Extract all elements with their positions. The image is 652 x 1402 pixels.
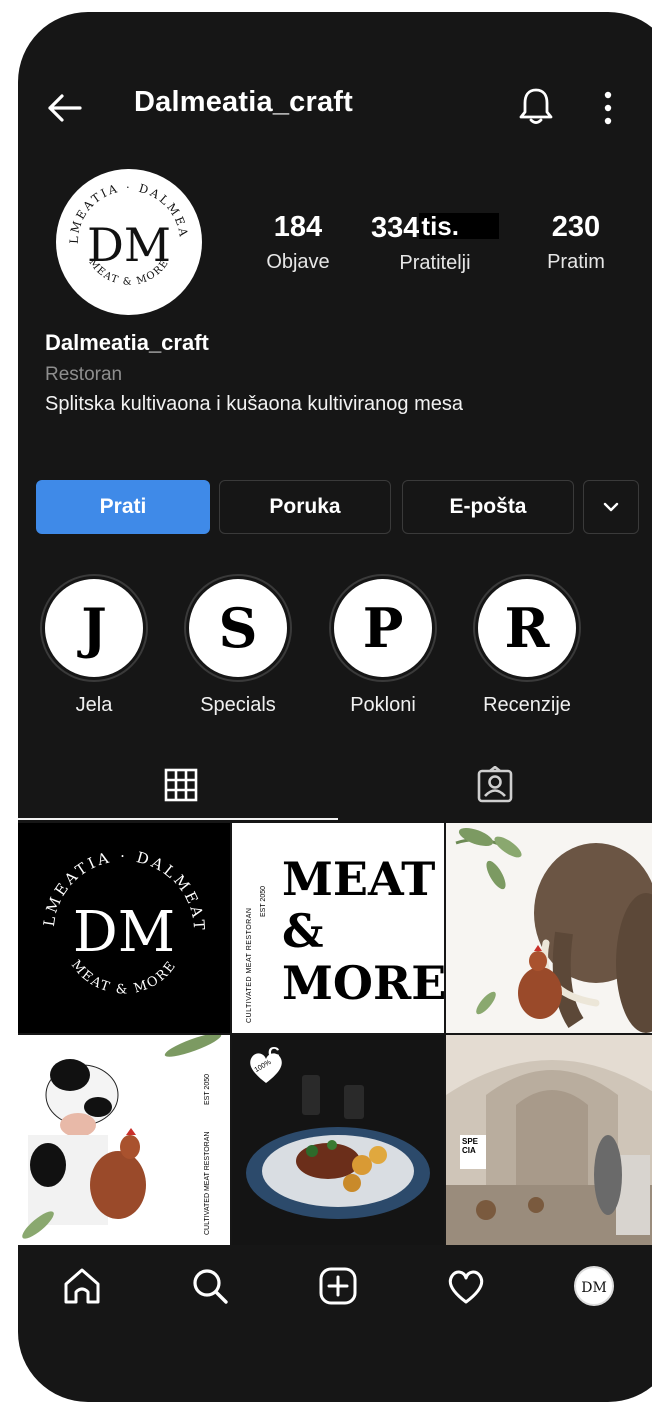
follow-button[interactable]: Prati xyxy=(36,480,210,534)
post-est-wrap: EST 2050 xyxy=(204,1055,218,1115)
dalmeatia-logo: DALMEATIA · DALMEATIA MEAT & MORE DM xyxy=(50,158,189,288)
highlight-cover: R xyxy=(478,579,576,677)
post-headline-2: & xyxy=(282,904,324,958)
stat-following[interactable]: 230 Pratim xyxy=(526,213,626,274)
highlight-recenzije[interactable]: R Recenzije xyxy=(472,574,582,717)
stat-followers-value-row: 334tis. xyxy=(365,213,505,243)
highlight-ring: S xyxy=(184,574,292,682)
post-est-text: EST 2050 xyxy=(260,885,267,917)
email-button[interactable]: E-pošta xyxy=(402,480,574,534)
active-tab-indicator xyxy=(18,818,338,820)
stat-following-label: Pratim xyxy=(547,251,605,273)
post-tile-meat-and-more[interactable]: CULTIVATED MEAT RESTORAN EST 2050 MEAT &… xyxy=(232,823,444,1033)
back-arrow-icon[interactable] xyxy=(44,88,84,128)
dalmeatia-logo-mini: DM xyxy=(581,1280,607,1296)
highlight-cover: P xyxy=(334,579,432,677)
tagged-icon xyxy=(477,766,513,803)
tab-tagged[interactable] xyxy=(338,754,652,822)
stat-following-value: 230 xyxy=(551,211,601,243)
stat-followers[interactable]: 334tis. Pratitelji xyxy=(365,213,505,275)
stat-followers-label: Pratitelji xyxy=(399,252,471,274)
highlight-ring: P xyxy=(329,574,437,682)
highlight-label: Jela xyxy=(75,694,113,716)
post-est-text: EST 2050 xyxy=(204,1073,211,1105)
stat-posts-value: 184 xyxy=(273,211,323,243)
highlight-ring: J xyxy=(40,574,148,682)
grid-icon xyxy=(164,768,198,802)
page-title: Dalmeatia_craft xyxy=(134,86,353,118)
search-icon[interactable] xyxy=(188,1264,232,1308)
bell-icon[interactable] xyxy=(518,86,554,126)
highlight-label: Specials xyxy=(200,694,276,716)
post-badge: C 100% xyxy=(246,1045,286,1087)
highlight-jela[interactable]: J Jela xyxy=(39,574,149,717)
post-tile-dish[interactable]: C 100% xyxy=(232,1035,444,1245)
post-tile-mammoth[interactable] xyxy=(446,823,652,1033)
post-tile-cow-chicken[interactable]: EST 2050 CULTIVATED MEAT RESTORAN xyxy=(18,1035,230,1245)
post-side-text-wrap: CULTIVATED MEAT RESTORAN xyxy=(204,1132,218,1235)
message-button[interactable]: Poruka xyxy=(219,480,391,534)
post-sign-text: SPE CIA xyxy=(462,1137,479,1155)
more-vertical-icon[interactable] xyxy=(598,90,618,126)
dalmeatia-logo: DALMEATIA · DALMEATIA MEAT & MORE DM xyxy=(18,823,205,998)
post-headline-3: MORE xyxy=(282,956,444,1010)
post-est-wrap: EST 2050 xyxy=(260,863,274,923)
stat-followers-suffix: tis. xyxy=(419,213,499,239)
highlight-ring: R xyxy=(473,574,581,682)
stat-followers-value: 334 xyxy=(371,212,420,244)
svg-text:DM: DM xyxy=(73,900,175,965)
suggested-expand-button[interactable] xyxy=(583,480,639,534)
heart-icon[interactable] xyxy=(444,1264,488,1308)
post-tile-interior[interactable]: SPE CIA xyxy=(446,1035,652,1245)
post-headline-1: MEAT xyxy=(282,852,436,906)
highlight-specials[interactable]: S Specials xyxy=(183,574,293,717)
phone-frame: Dalmeatia_craft DALMEATIA · DALMEATIA ME… xyxy=(18,12,652,1402)
add-post-icon[interactable] xyxy=(316,1264,360,1308)
highlight-cover: J xyxy=(45,579,143,677)
highlight-label: Pokloni xyxy=(350,694,416,716)
post-tile-logo[interactable]: DALMEATIA · DALMEATIA MEAT & MORE DM xyxy=(18,823,230,1033)
highlight-cover: S xyxy=(189,579,287,677)
highlight-label: Recenzije xyxy=(483,694,571,716)
post-side-text-wrap: CULTIVATED MEAT RESTORAN xyxy=(246,908,260,1023)
profile-name: Dalmeatia_craft xyxy=(45,330,209,355)
profile-avatar[interactable]: DALMEATIA · DALMEATIA MEAT & MORE DM xyxy=(50,158,202,315)
tab-posts-grid[interactable] xyxy=(18,754,338,822)
svg-text:DM: DM xyxy=(87,218,171,272)
post-side-text: CULTIVATED MEAT RESTORAN xyxy=(246,907,253,1023)
profile-bio: Splitska kultivaona i kušaona kultiviran… xyxy=(45,393,463,415)
profile-avatar-icon[interactable]: DM xyxy=(574,1266,614,1306)
post-side-text: CULTIVATED MEAT RESTORAN xyxy=(204,1131,211,1235)
highlight-pokloni[interactable]: P Pokloni xyxy=(328,574,438,717)
cow-chicken-illustration xyxy=(22,1035,222,1239)
mammoth-chicken-illustration xyxy=(455,827,652,1033)
svg-text:DM: DM xyxy=(581,1280,607,1296)
stat-posts[interactable]: 184 Objave xyxy=(248,213,348,274)
stat-posts-label: Objave xyxy=(266,251,330,273)
chevron-down-icon xyxy=(603,502,619,512)
home-icon[interactable] xyxy=(60,1264,104,1308)
profile-category: Restoran xyxy=(45,364,123,385)
